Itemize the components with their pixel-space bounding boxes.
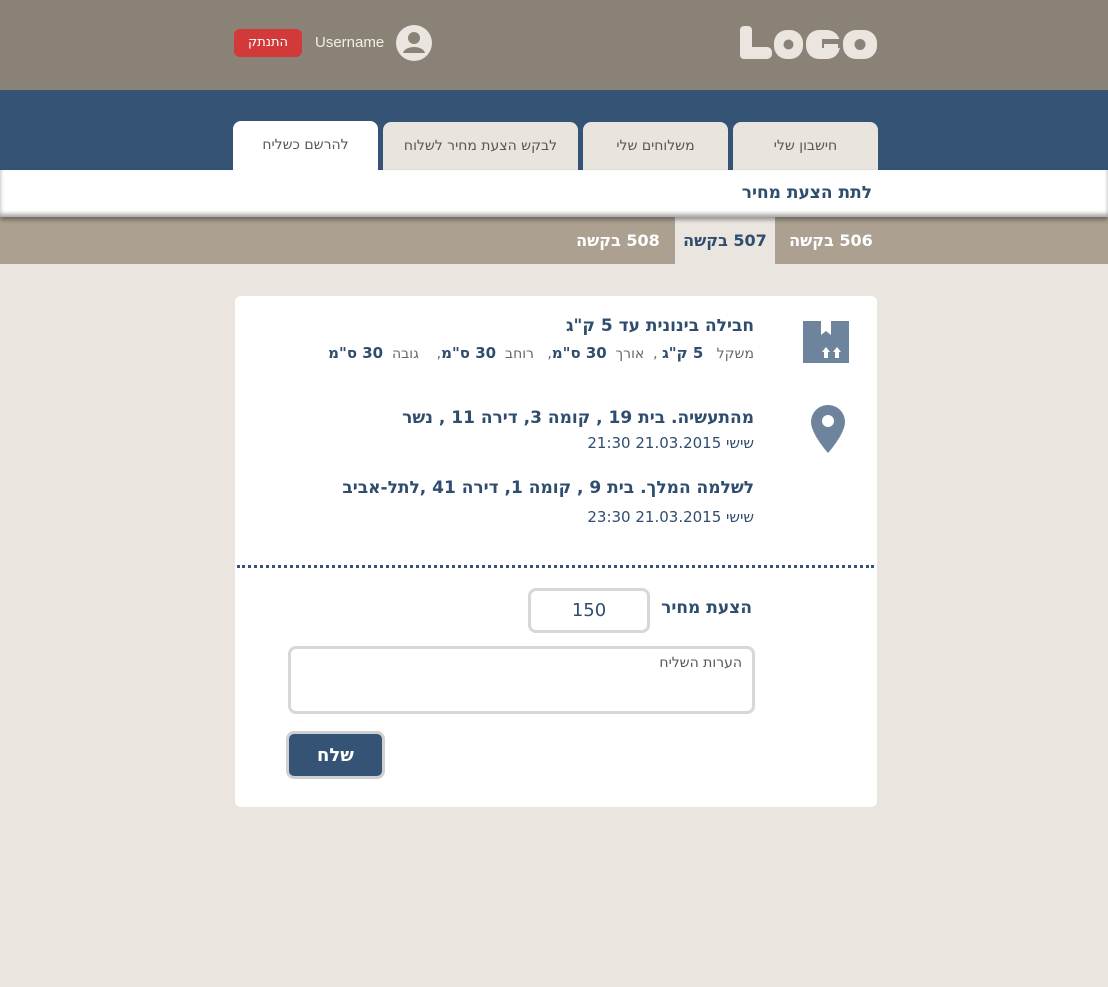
- height-value: 30 ס"מ: [328, 344, 384, 362]
- package-dimensions: משקל 5 ק"ג , אורך 30 ס"מ, רוחב 30 ס"מ, ג…: [328, 344, 754, 362]
- tab-request-quote[interactable]: לבקש הצעת מחיר לשלוח: [383, 122, 578, 170]
- page-title: לתת הצעת מחיר: [741, 183, 872, 203]
- to-time: שישי 21.03.2015 23:30: [587, 508, 754, 526]
- length-value: 30 ס"מ: [551, 344, 607, 362]
- tab-my-account[interactable]: חישבון שלי: [733, 122, 878, 170]
- tab-request-506[interactable]: 506 בקשה: [781, 217, 881, 264]
- tab-request-507[interactable]: 507 בקשה: [675, 217, 775, 264]
- subheader: לתת הצעת מחיר: [0, 170, 1108, 217]
- from-time: שישי 21.03.2015 21:30: [587, 434, 754, 452]
- weight-label: משקל: [716, 346, 754, 362]
- username: Username: [315, 34, 385, 51]
- courier-notes-input[interactable]: [288, 646, 755, 714]
- tab-my-shipments[interactable]: משלוחים שלי: [583, 122, 728, 170]
- logout-button[interactable]: התנתק: [234, 29, 302, 57]
- width-label: רוחב: [505, 346, 534, 362]
- weight-value: 5 ק"ג: [662, 344, 704, 362]
- to-address: לשלמה המלך. בית 9 , קומה 1, דירה 41 ,לתל…: [342, 478, 754, 498]
- offer-label: הצעת מחיר: [661, 598, 752, 618]
- send-button[interactable]: שלח: [286, 731, 385, 779]
- tab-request-508[interactable]: 508 בקשה: [568, 217, 668, 264]
- location-pin-icon: [811, 405, 845, 453]
- request-tabs: 506 בקשה 507 בקשה 508 בקשה: [0, 217, 1108, 264]
- user-avatar-icon[interactable]: [396, 25, 432, 61]
- length-label: אורך: [615, 346, 645, 362]
- divider: [237, 565, 874, 568]
- package-icon: [803, 321, 849, 363]
- package-title: חבילה בינונית עד 5 ק"ג: [565, 316, 754, 336]
- logo: [740, 26, 877, 59]
- width-value: 30 ס"מ: [441, 344, 497, 362]
- tab-register-courier[interactable]: להרשם כשליח: [233, 121, 378, 177]
- from-address: מהתעשיה. בית 19 , קומה 3, דירה 11 , נשר: [402, 408, 754, 428]
- top-header: Username התנתק: [0, 0, 1108, 90]
- offer-price-input[interactable]: [528, 588, 650, 633]
- height-label: גובה: [392, 346, 419, 362]
